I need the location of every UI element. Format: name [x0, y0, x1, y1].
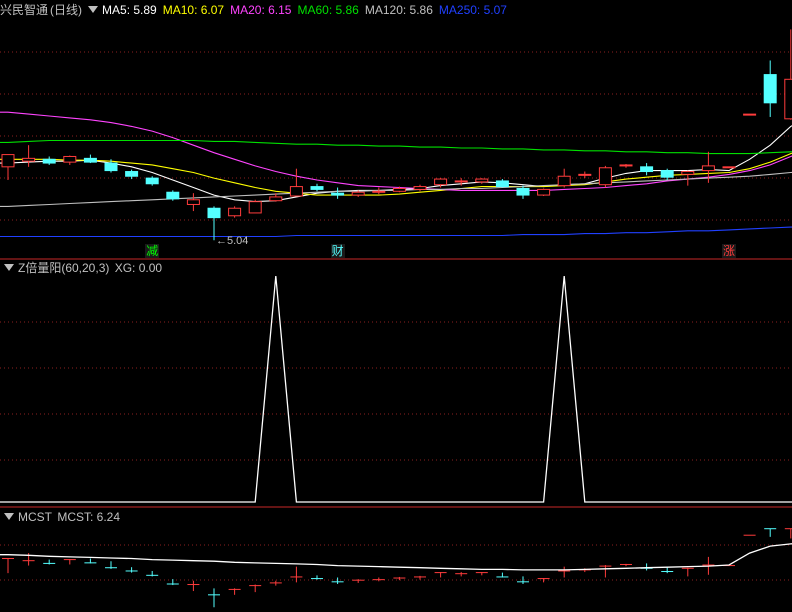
candle-body[interactable] [434, 178, 448, 186]
candle-body[interactable] [722, 166, 736, 169]
indicator-value: MA250: 5.07 [438, 3, 507, 17]
candle-body[interactable] [372, 190, 386, 193]
dropdown-triangle-icon[interactable] [4, 264, 14, 271]
candle-body[interactable] [598, 167, 612, 186]
candle-body[interactable] [63, 155, 77, 163]
candle-body[interactable] [701, 165, 715, 172]
indicator-value: MA20: 6.15 [230, 3, 292, 17]
mcst-line [0, 542, 792, 571]
candle-body[interactable] [454, 180, 468, 183]
candle-body[interactable] [578, 173, 592, 176]
xg-signal-line [0, 275, 792, 503]
period-label: (日线) [50, 3, 83, 17]
candle-body[interactable] [166, 191, 180, 200]
candle-body[interactable] [475, 178, 489, 183]
dropdown-triangle-icon[interactable] [88, 6, 99, 13]
indicator-value: MA120: 5.86 [364, 3, 433, 17]
mcst-panel[interactable] [0, 528, 792, 608]
candle-body[interactable] [22, 157, 36, 162]
candle-body[interactable] [495, 180, 509, 188]
candle-body[interactable] [207, 207, 221, 219]
low-price-label: 5.04 [227, 235, 248, 247]
signal-title: Z倍量阳(60,20,3) [18, 261, 110, 275]
candle-body[interactable] [228, 207, 242, 217]
candle-body[interactable] [331, 192, 345, 196]
candle-body[interactable] [289, 186, 303, 197]
signal-value: XG: 0.00 [114, 261, 163, 275]
candle-body[interactable] [516, 187, 530, 196]
grid-layer [0, 51, 792, 581]
candle-body[interactable] [743, 113, 757, 116]
ma-line-ma60 [0, 139, 792, 155]
candle-body[interactable] [83, 157, 97, 163]
candle-body[interactable] [42, 158, 56, 164]
candle-body[interactable] [186, 199, 200, 205]
candle-body[interactable] [125, 171, 139, 177]
stock-name: 兴民智通 [0, 3, 49, 17]
candle-body[interactable] [104, 162, 118, 172]
candle-body[interactable] [145, 177, 159, 185]
candle-body[interactable] [248, 201, 262, 214]
candle-body[interactable] [640, 166, 654, 173]
signal-legend: Z倍量阳(60,20,3) XG: 0.00 [0, 259, 164, 277]
price-legend: 兴民智通 (日线) MA5: 5.89 MA10: 6.07 MA20: 6.15 MA6… [0, 1, 515, 19]
dropdown-triangle-icon[interactable] [4, 513, 14, 520]
indicator-value: MA10: 6.07 [162, 3, 225, 17]
candle-body[interactable] [392, 187, 406, 192]
candle-body[interactable] [557, 175, 571, 187]
candle-body[interactable] [1, 154, 15, 168]
candle-body[interactable] [681, 171, 695, 175]
event-marker[interactable]: 减 [145, 244, 160, 258]
volume-signal-panel[interactable] [0, 275, 792, 503]
low-price-arrow: ← [216, 235, 227, 247]
indicator-value: MA5: 5.89 [102, 3, 157, 17]
candle-body[interactable] [537, 188, 551, 196]
candle-body[interactable] [784, 78, 792, 120]
indicator-values: MA5: 5.89 MA10: 6.07 MA20: 6.15 MA60: 5.86 M… [102, 3, 513, 17]
candle-body[interactable] [413, 186, 427, 190]
mcst-legend: MCST MCST: 6.24 [0, 508, 122, 526]
candle-body[interactable] [310, 186, 324, 190]
ma-line-ma250 [0, 225, 792, 238]
indicator-value: MA60: 5.86 [297, 3, 359, 17]
event-marker[interactable]: 涨 [722, 244, 737, 258]
mcst-title: MCST [18, 510, 52, 524]
candle-body[interactable] [763, 74, 777, 104]
candle-body[interactable] [351, 191, 365, 196]
candle-body[interactable] [619, 164, 633, 167]
ma-line-ma20 [0, 111, 792, 191]
candle-body[interactable] [269, 196, 283, 202]
event-marker[interactable]: 财 [330, 244, 345, 258]
mcst-value: MCST: 6.24 [57, 510, 121, 524]
candle-body[interactable] [660, 170, 674, 178]
